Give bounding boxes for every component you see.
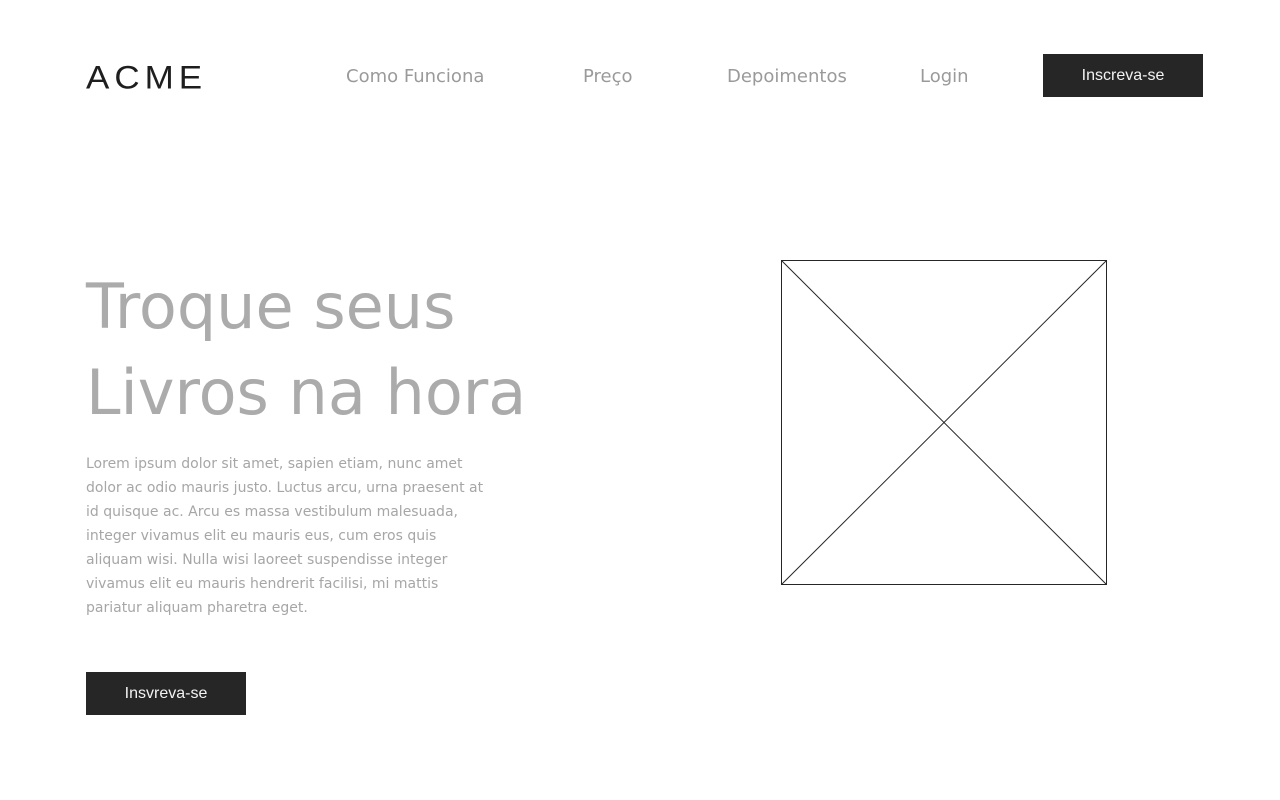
nav-link-how-it-works[interactable]: Como Funciona [346,65,484,89]
hero-signup-button[interactable]: Insvreva-se [86,672,246,715]
nav-link-testimonials[interactable]: Depoimentos [727,65,847,89]
nav-link-login[interactable]: Login [920,65,969,89]
logo[interactable]: ACME [86,61,207,96]
image-placeholder-icon [781,260,1107,585]
nav-link-price[interactable]: Preço [583,65,633,89]
hero-title: Troque seus Livros na hora [86,264,606,436]
hero-title-line-1: Troque seus [86,270,456,343]
hero-title-line-2: Livros na hora [86,356,527,429]
landing-page: ACME Como Funciona Preço Depoimentos Log… [0,0,1280,800]
header-signup-button[interactable]: Inscreva-se [1043,54,1203,97]
hero-description: Lorem ipsum dolor sit amet, sapien etiam… [86,456,484,616]
image-placeholder-graphic [781,260,1107,585]
